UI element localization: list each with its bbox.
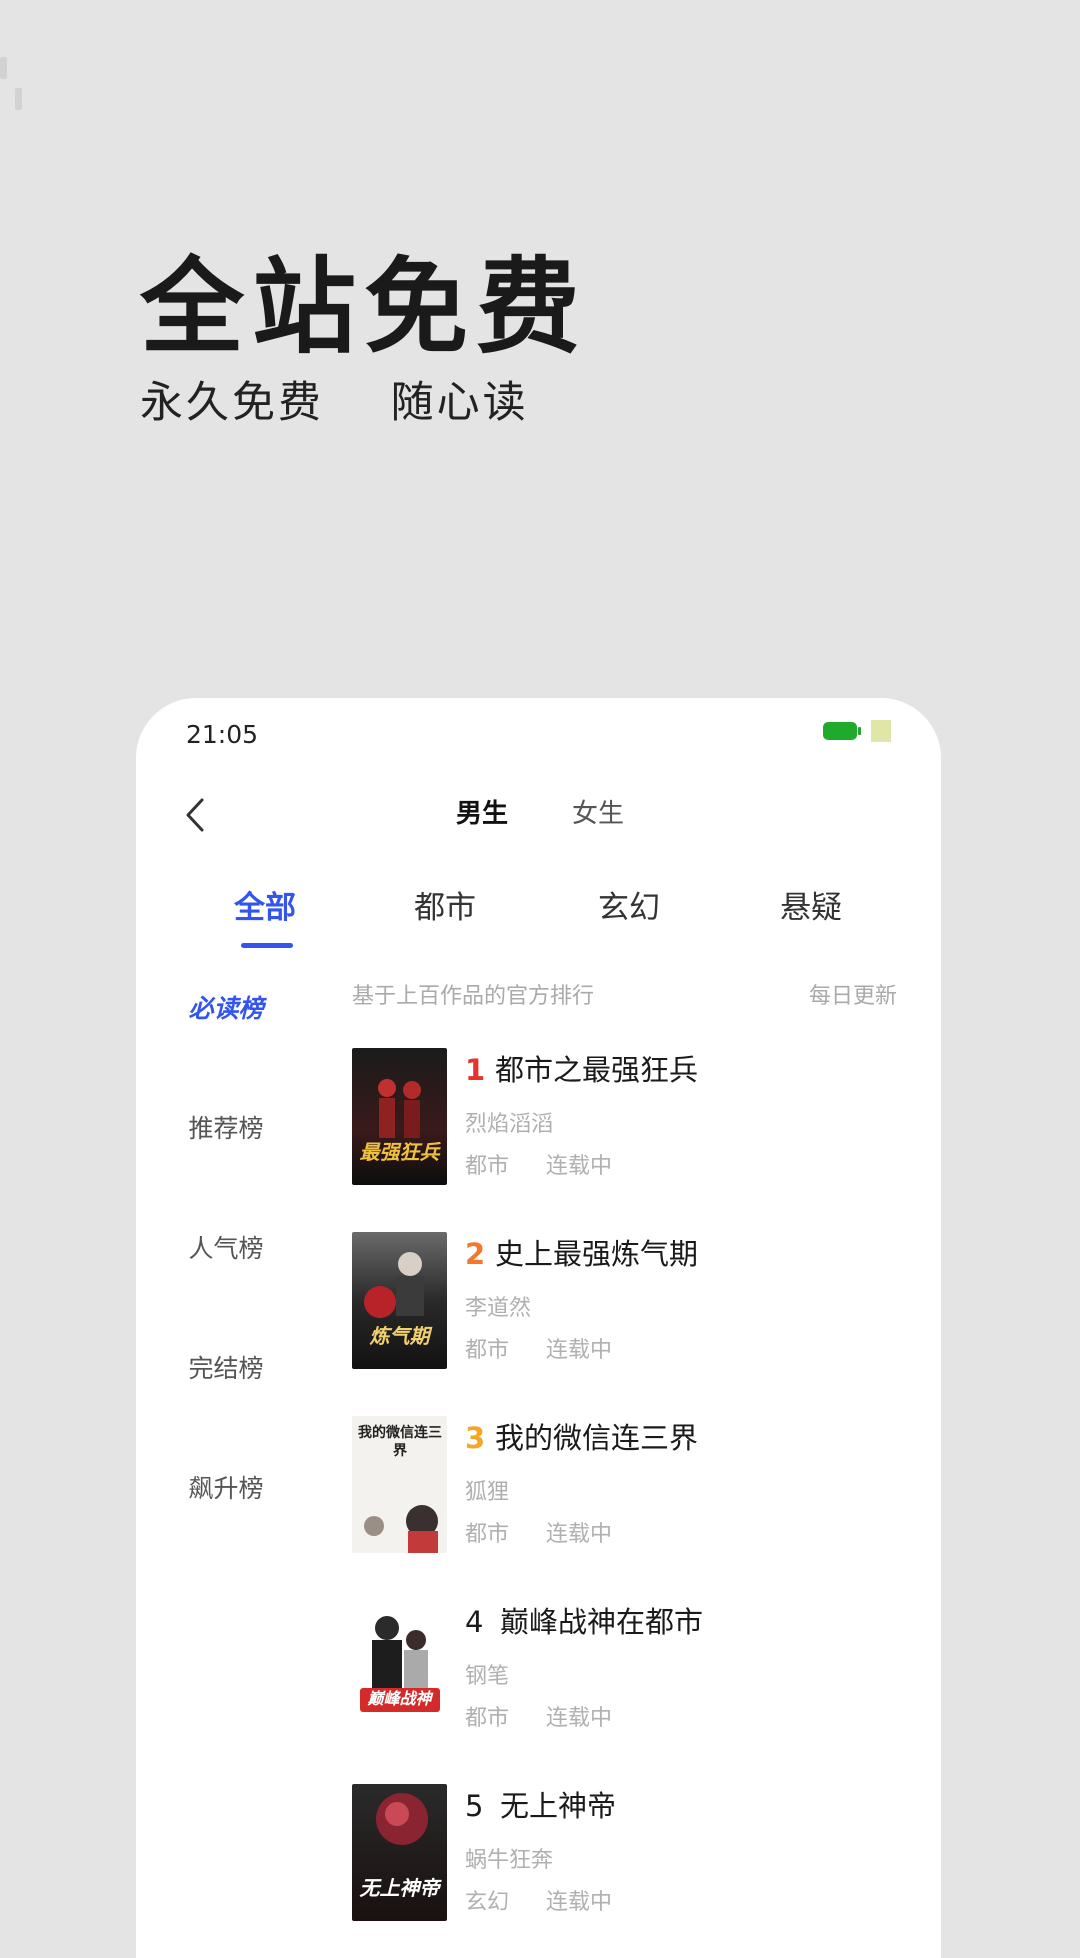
- book-author: 李道然: [465, 1296, 532, 1321]
- gender-tab-female[interactable]: 女生: [572, 798, 624, 830]
- book-title: 史上最强炼气期: [495, 1237, 699, 1271]
- book-category: 都市: [465, 1706, 510, 1731]
- signal-icon: [871, 720, 891, 742]
- book-item[interactable]: 巅峰战神 4 巅峰战神在都市 钢笔 都市 连载中: [352, 1600, 912, 1740]
- decoration-mark: [15, 88, 22, 110]
- book-status: 连载中: [546, 1522, 613, 1547]
- book-item[interactable]: 炼气期 2 史上最强炼气期 李道然 都市 连载中: [352, 1232, 912, 1372]
- promo-subtitle: 永久免费 随心读: [140, 378, 529, 428]
- book-cover-text: 巅峰战神: [367, 1689, 432, 1708]
- book-cover-text: 我的微信连三界: [358, 1425, 442, 1459]
- book-cover: 最强狂兵: [352, 1048, 447, 1185]
- book-author: 狐狸: [465, 1480, 510, 1505]
- book-title: 我的微信连三界: [495, 1421, 699, 1455]
- sidebar-item-must-read[interactable]: 必读榜: [136, 993, 316, 1025]
- book-title: 巅峰战神在都市: [500, 1605, 704, 1639]
- book-rank: 1: [465, 1053, 486, 1087]
- tab-indicator: [241, 943, 293, 948]
- book-author: 烈焰滔滔: [465, 1112, 554, 1137]
- book-item[interactable]: 最强狂兵 1 都市之最强狂兵 烈焰滔滔 都市 连载中: [352, 1048, 912, 1188]
- book-status: 连载中: [546, 1154, 613, 1179]
- tab-fantasy[interactable]: 玄幻: [598, 888, 660, 928]
- book-category: 都市: [465, 1522, 510, 1547]
- battery-icon: [823, 722, 861, 740]
- gender-tab-male[interactable]: 男生: [456, 798, 508, 830]
- book-category: 玄幻: [465, 1890, 510, 1915]
- book-cover: 巅峰战神: [352, 1600, 447, 1737]
- book-status: 连载中: [546, 1338, 613, 1363]
- book-rank: 3: [465, 1421, 486, 1455]
- book-rank: 5: [465, 1789, 484, 1823]
- book-rank: 2: [465, 1237, 486, 1271]
- status-time: 21:05: [186, 720, 259, 749]
- book-status: 连载中: [546, 1706, 613, 1731]
- book-author: 蜗牛狂奔: [465, 1848, 554, 1873]
- phone-screen: 21:05 男生 女生 全部 都市 玄幻 悬疑 必读榜 推荐榜 人气榜 完结榜 …: [136, 698, 941, 1958]
- book-cover-text: 最强狂兵: [359, 1140, 440, 1164]
- sidebar-item-completed[interactable]: 完结榜: [136, 1353, 316, 1385]
- chevron-left-icon: [186, 798, 204, 832]
- book-cover-text: 炼气期: [369, 1324, 430, 1348]
- tab-all[interactable]: 全部: [234, 888, 296, 928]
- book-item[interactable]: 无上神帝 5 无上神帝 蜗牛狂奔 玄幻 连载中: [352, 1784, 912, 1924]
- book-cover-text: 无上神帝: [359, 1876, 440, 1900]
- decoration-mark: [0, 57, 7, 79]
- book-cover: 无上神帝: [352, 1784, 447, 1921]
- book-cover: 炼气期: [352, 1232, 447, 1369]
- sidebar-item-rising[interactable]: 飙升榜: [136, 1473, 316, 1505]
- tab-mystery[interactable]: 悬疑: [780, 888, 842, 928]
- book-title: 无上神帝: [500, 1789, 617, 1823]
- sidebar-item-popular[interactable]: 人气榜: [136, 1233, 316, 1265]
- book-category: 都市: [465, 1338, 510, 1363]
- sidebar-item-recommended[interactable]: 推荐榜: [136, 1113, 316, 1145]
- book-category: 都市: [465, 1154, 510, 1179]
- book-status: 连载中: [546, 1890, 613, 1915]
- list-update-note: 每日更新: [808, 984, 897, 1009]
- list-description: 基于上百作品的官方排行: [352, 984, 595, 1009]
- book-item[interactable]: 我的微信连三界 3 我的微信连三界 狐狸 都市 连载中: [352, 1416, 912, 1556]
- book-cover: 我的微信连三界: [352, 1416, 447, 1553]
- back-button[interactable]: [184, 795, 214, 835]
- promo-title: 全站免费: [140, 245, 589, 368]
- book-author: 钢笔: [465, 1664, 510, 1689]
- tab-urban[interactable]: 都市: [414, 888, 476, 928]
- book-rank: 4: [465, 1605, 484, 1639]
- book-title: 都市之最强狂兵: [495, 1053, 699, 1087]
